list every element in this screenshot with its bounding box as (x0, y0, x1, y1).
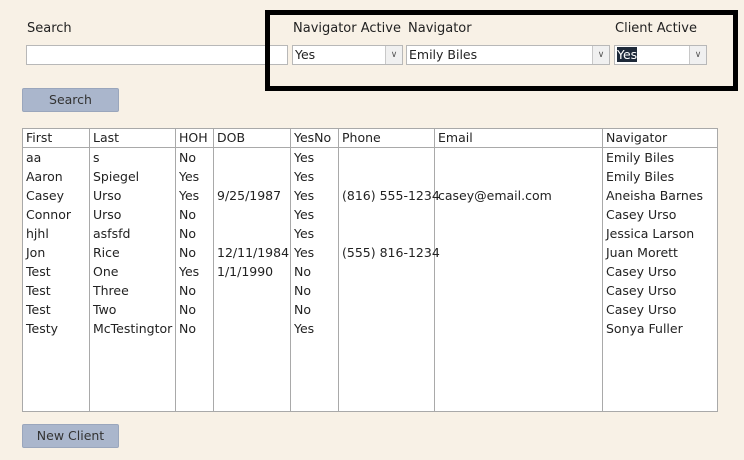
table-cell[interactable]: McTestingtor (93, 319, 172, 338)
navigator-active-dropdown[interactable]: Yes ∨ (292, 45, 403, 65)
table-cell[interactable]: Connor (26, 205, 71, 224)
navigator-dropdown[interactable]: Emily Biles ∨ (406, 45, 610, 65)
table-cell[interactable]: Yes (179, 167, 199, 186)
table-cell[interactable]: Yes (179, 186, 199, 205)
table-cell[interactable]: Test (26, 281, 51, 300)
table-cell[interactable]: Casey Urso (606, 281, 676, 300)
table-cell[interactable]: Yes (294, 243, 314, 262)
table-cell[interactable]: Testy (26, 319, 58, 338)
table-cell[interactable]: Urso (93, 186, 121, 205)
table-cell[interactable]: Yes (179, 262, 199, 281)
search-label: Search (27, 21, 72, 36)
column-header-phone[interactable]: Phone (342, 128, 381, 147)
chevron-down-icon[interactable]: ∨ (385, 46, 402, 64)
table-cell[interactable]: hjhl (26, 224, 49, 243)
table-cell[interactable]: Test (26, 262, 51, 281)
navigator-active-value: Yes (295, 47, 316, 62)
table-cell[interactable]: asfsfd (93, 224, 130, 243)
table-cell[interactable]: (555) 816-1234 (342, 243, 440, 262)
column-header-email[interactable]: Email (438, 128, 473, 147)
table-cell[interactable]: Jessica Larson (606, 224, 694, 243)
search-input[interactable] (26, 45, 288, 65)
column-divider (290, 129, 291, 411)
client-active-value: Yes (617, 47, 638, 62)
table-cell[interactable]: Aaron (26, 167, 63, 186)
table-cell[interactable]: Yes (294, 186, 314, 205)
table-cell[interactable]: Emily Biles (606, 148, 674, 167)
table-cell[interactable]: Spiegel (93, 167, 139, 186)
table-cell[interactable]: No (179, 224, 196, 243)
table-cell[interactable]: Urso (93, 205, 121, 224)
navigator-active-label: Navigator Active (293, 21, 401, 36)
table-cell[interactable]: Sonya Fuller (606, 319, 683, 338)
table-cell[interactable]: Rice (93, 243, 120, 262)
table-cell[interactable]: (816) 555-1234 (342, 186, 440, 205)
column-divider (434, 129, 435, 411)
table-cell[interactable]: Yes (294, 224, 314, 243)
column-header-yesno[interactable]: YesNo (294, 128, 331, 147)
table-cell[interactable]: Casey Urso (606, 205, 676, 224)
table-cell[interactable]: Yes (294, 148, 314, 167)
table-cell[interactable]: No (179, 281, 196, 300)
column-header-dob[interactable]: DOB (217, 128, 245, 147)
table-cell[interactable]: 9/25/1987 (217, 186, 281, 205)
table-cell[interactable]: Yes (294, 167, 314, 186)
table-cell[interactable]: No (179, 300, 196, 319)
new-client-button[interactable]: New Client (22, 424, 119, 448)
table-cell[interactable]: Emily Biles (606, 167, 674, 186)
column-header-navigator[interactable]: Navigator (606, 128, 667, 147)
chevron-down-icon[interactable]: ∨ (689, 46, 706, 64)
table-cell[interactable]: Aneisha Barnes (606, 186, 703, 205)
column-header-last[interactable]: Last (93, 128, 119, 147)
column-header-hoh[interactable]: HOH (179, 128, 208, 147)
table-cell[interactable]: Three (93, 281, 129, 300)
table-cell[interactable]: 12/11/1984 (217, 243, 289, 262)
table-cell[interactable]: Two (93, 300, 116, 319)
clients-table: First Last HOH DOB YesNo Phone Email Navigator a… (22, 128, 718, 412)
column-divider (213, 129, 214, 411)
table-cell[interactable]: 1/1/1990 (217, 262, 273, 281)
client-active-label: Client Active (615, 21, 697, 36)
client-active-dropdown[interactable]: Yes ∨ (614, 45, 707, 65)
table-cell[interactable]: Yes (294, 205, 314, 224)
table-cell[interactable]: Jon (26, 243, 45, 262)
search-button[interactable]: Search (22, 88, 119, 112)
table-cell[interactable]: No (179, 319, 196, 338)
table-cell[interactable]: Casey (26, 186, 64, 205)
table-cell[interactable]: casey@email.com (438, 186, 552, 205)
table-cell[interactable]: No (179, 148, 196, 167)
table-cell[interactable]: No (179, 205, 196, 224)
table-cell[interactable]: Yes (294, 319, 314, 338)
column-divider (175, 129, 176, 411)
table-cell[interactable]: s (93, 148, 100, 167)
column-divider (89, 129, 90, 411)
table-cell[interactable]: No (179, 243, 196, 262)
table-cell[interactable]: Casey Urso (606, 300, 676, 319)
table-cell[interactable]: No (294, 281, 311, 300)
table-cell[interactable]: Casey Urso (606, 262, 676, 281)
column-divider (338, 129, 339, 411)
column-header-first[interactable]: First (26, 128, 52, 147)
table-cell[interactable]: No (294, 262, 311, 281)
table-cell[interactable]: aa (26, 148, 41, 167)
column-divider (602, 129, 603, 411)
table-cell[interactable]: Juan Morett (606, 243, 678, 262)
chevron-down-icon[interactable]: ∨ (592, 46, 609, 64)
table-cell[interactable]: Test (26, 300, 51, 319)
navigator-label: Navigator (408, 21, 472, 36)
navigator-value: Emily Biles (409, 47, 478, 62)
table-cell[interactable]: One (93, 262, 118, 281)
table-cell[interactable]: No (294, 300, 311, 319)
